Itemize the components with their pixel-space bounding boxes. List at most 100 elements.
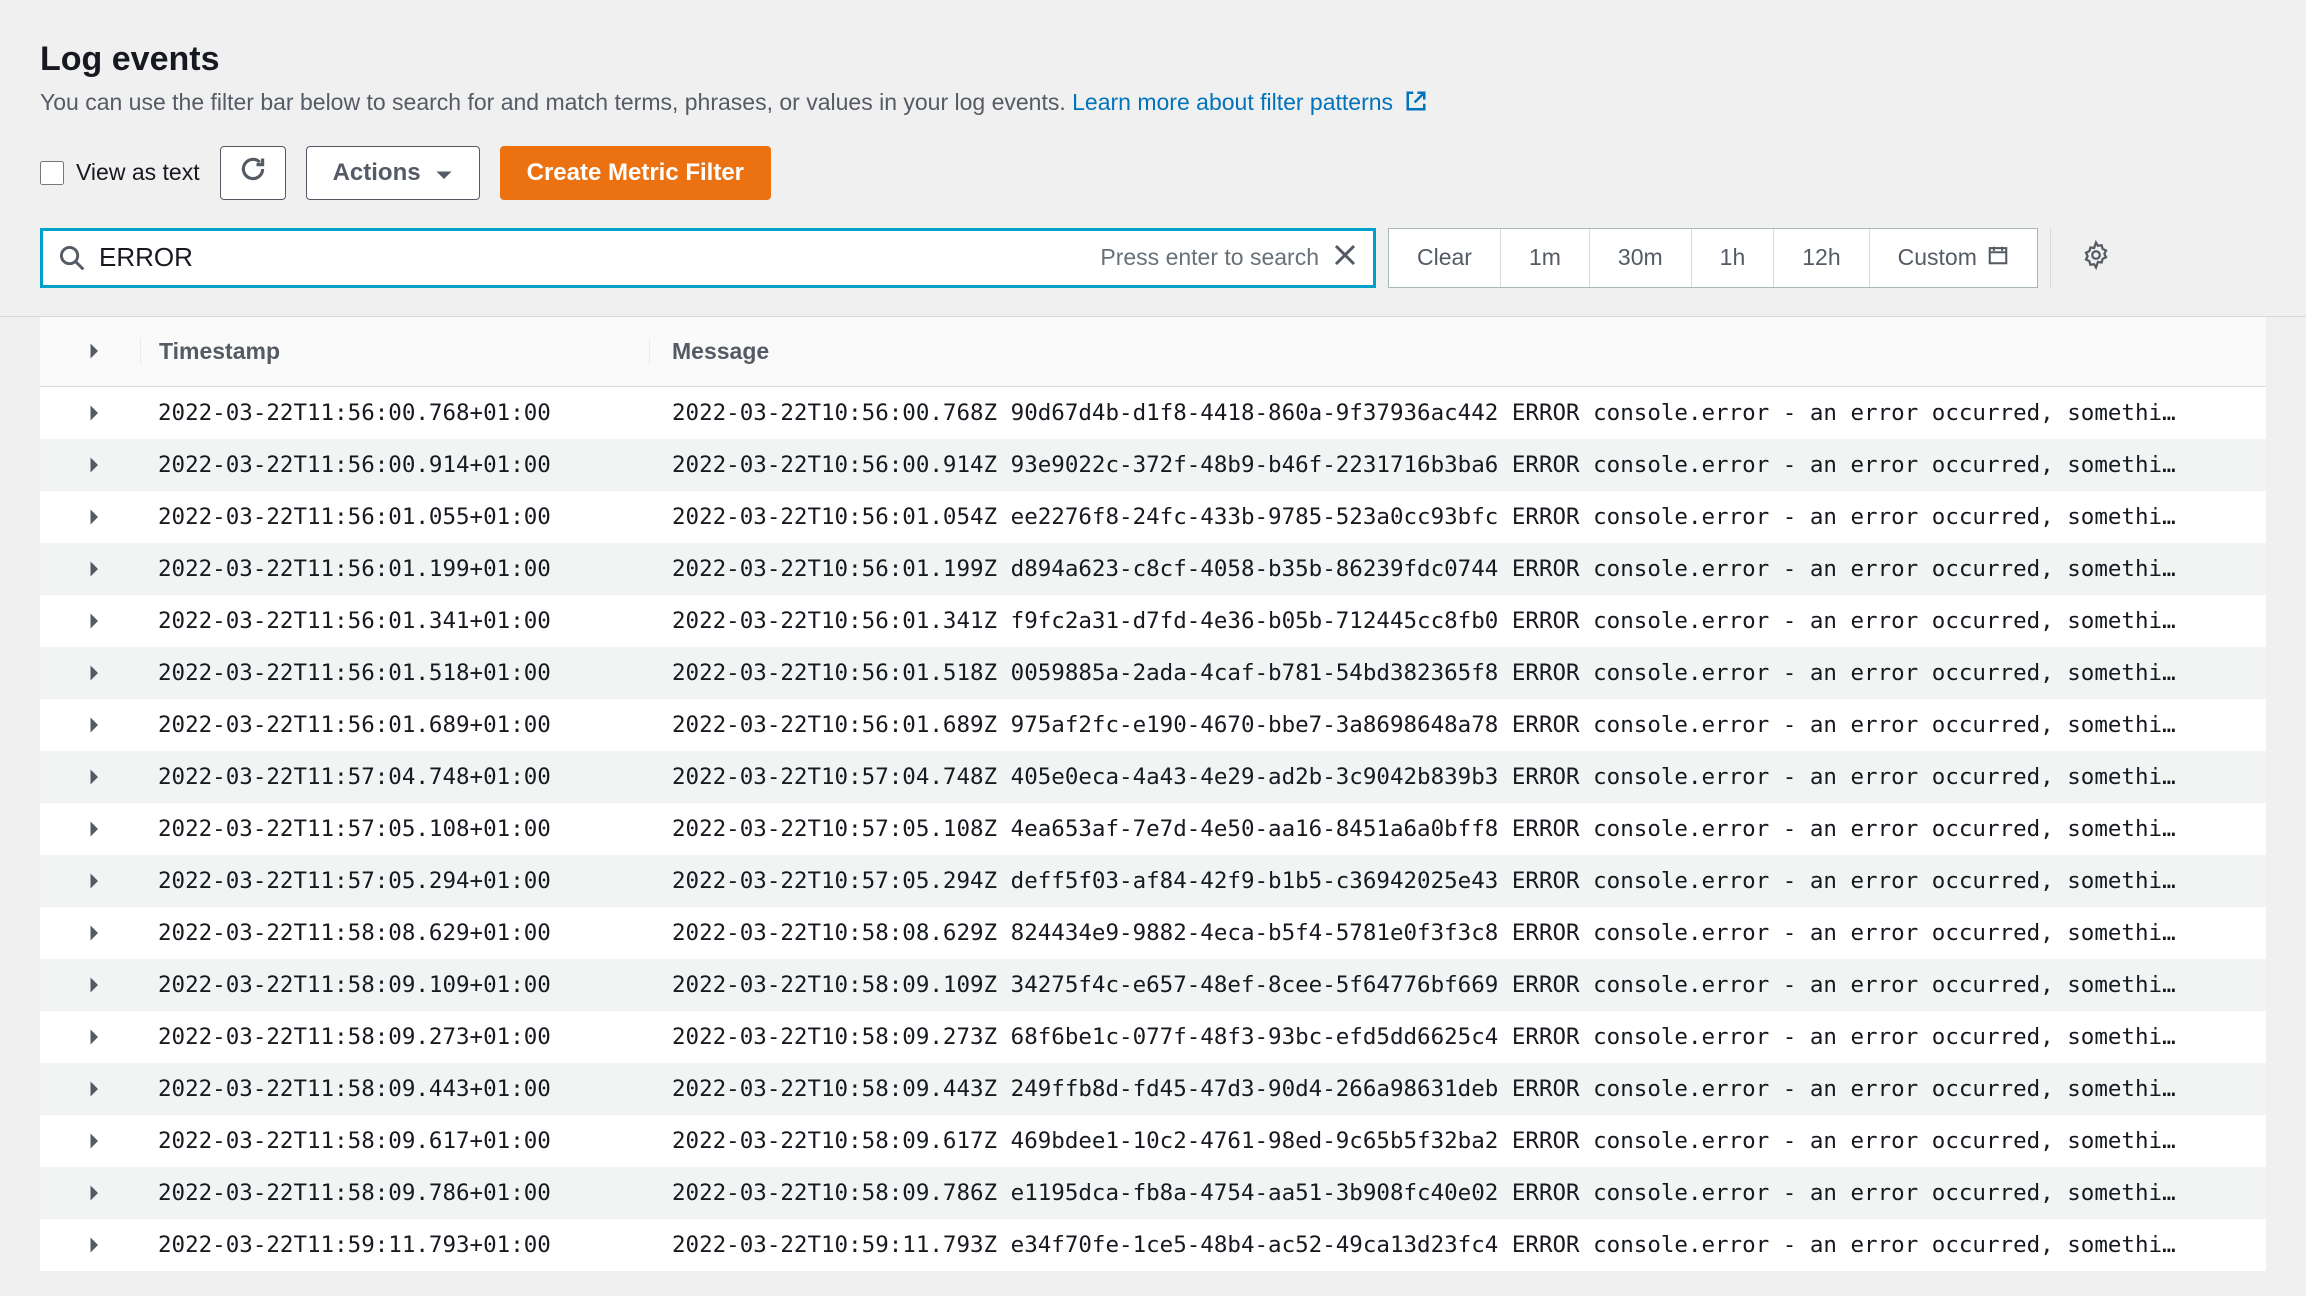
timestamp-cell: 2022-03-22T11:57:05.294+01:00 <box>140 868 650 894</box>
expand-row-toggle[interactable] <box>40 508 140 526</box>
timestamp-cell: 2022-03-22T11:56:01.055+01:00 <box>140 504 650 530</box>
column-header-timestamp[interactable]: Timestamp <box>140 338 650 365</box>
message-cell: 2022-03-22T10:58:08.629Z 824434e9-9882-4… <box>650 920 2266 946</box>
view-as-text-label: View as text <box>76 159 200 186</box>
table-row[interactable]: 2022-03-22T11:56:00.768+01:002022-03-22T… <box>40 387 2266 439</box>
expand-row-toggle[interactable] <box>40 924 140 942</box>
settings-wrap <box>2050 228 2119 288</box>
timestamp-cell: 2022-03-22T11:58:09.109+01:00 <box>140 972 650 998</box>
time-range-30m[interactable]: 30m <box>1590 229 1692 287</box>
timestamp-cell: 2022-03-22T11:58:09.617+01:00 <box>140 1128 650 1154</box>
time-range-custom[interactable]: Custom <box>1870 229 2037 287</box>
message-cell: 2022-03-22T10:58:09.786Z e1195dca-fb8a-4… <box>650 1180 2266 1206</box>
message-cell: 2022-03-22T10:59:11.793Z e34f70fe-1ce5-4… <box>650 1232 2266 1258</box>
table-row[interactable]: 2022-03-22T11:56:01.689+01:002022-03-22T… <box>40 699 2266 751</box>
caret-right-icon <box>88 404 102 422</box>
table-row[interactable]: 2022-03-22T11:58:09.617+01:002022-03-22T… <box>40 1115 2266 1167</box>
table-row[interactable]: 2022-03-22T11:57:04.748+01:002022-03-22T… <box>40 751 2266 803</box>
expand-row-toggle[interactable] <box>40 716 140 734</box>
table-row[interactable]: 2022-03-22T11:58:09.786+01:002022-03-22T… <box>40 1167 2266 1219</box>
expand-row-toggle[interactable] <box>40 1028 140 1046</box>
expand-row-toggle[interactable] <box>40 664 140 682</box>
table-row[interactable]: 2022-03-22T11:58:08.629+01:002022-03-22T… <box>40 907 2266 959</box>
caret-right-icon <box>88 976 102 994</box>
page-title: Log events <box>40 40 2266 79</box>
actions-button[interactable]: Actions <box>306 146 480 200</box>
caret-down-icon <box>435 159 453 187</box>
expand-row-toggle[interactable] <box>40 1132 140 1150</box>
view-as-text-checkbox[interactable] <box>40 161 64 185</box>
learn-more-label: Learn more about filter patterns <box>1072 89 1393 115</box>
refresh-button[interactable] <box>220 146 286 200</box>
expand-row-toggle[interactable] <box>40 456 140 474</box>
message-cell: 2022-03-22T10:56:01.199Z d894a623-c8cf-4… <box>650 556 2266 582</box>
caret-right-icon <box>88 456 102 474</box>
time-range-1h[interactable]: 1h <box>1692 229 1775 287</box>
expand-all-toggle[interactable] <box>40 342 140 360</box>
expand-row-toggle[interactable] <box>40 768 140 786</box>
message-cell: 2022-03-22T10:57:05.294Z deff5f03-af84-4… <box>650 868 2266 894</box>
search-hint: Press enter to search <box>1100 244 1319 271</box>
time-range-clear[interactable]: Clear <box>1389 229 1501 287</box>
caret-right-icon <box>88 508 102 526</box>
timestamp-cell: 2022-03-22T11:56:00.914+01:00 <box>140 452 650 478</box>
message-cell: 2022-03-22T10:56:01.054Z ee2276f8-24fc-4… <box>650 504 2266 530</box>
table-row[interactable]: 2022-03-22T11:58:09.273+01:002022-03-22T… <box>40 1011 2266 1063</box>
table-row[interactable]: 2022-03-22T11:57:05.294+01:002022-03-22T… <box>40 855 2266 907</box>
expand-row-toggle[interactable] <box>40 612 140 630</box>
page-subtitle: You can use the filter bar below to sear… <box>40 85 2266 122</box>
expand-row-toggle[interactable] <box>40 1080 140 1098</box>
table-row[interactable]: 2022-03-22T11:56:00.914+01:002022-03-22T… <box>40 439 2266 491</box>
learn-more-link[interactable]: Learn more about filter patterns <box>1072 89 1427 115</box>
time-range-1m[interactable]: 1m <box>1501 229 1590 287</box>
timestamp-cell: 2022-03-22T11:57:05.108+01:00 <box>140 816 650 842</box>
subtitle-text: You can use the filter bar below to sear… <box>40 89 1072 115</box>
expand-row-toggle[interactable] <box>40 976 140 994</box>
expand-row-toggle[interactable] <box>40 872 140 890</box>
message-cell: 2022-03-22T10:57:05.108Z 4ea653af-7e7d-4… <box>650 816 2266 842</box>
view-as-text-toggle[interactable]: View as text <box>40 159 200 186</box>
message-cell: 2022-03-22T10:56:00.914Z 93e9022c-372f-4… <box>650 452 2266 478</box>
expand-row-toggle[interactable] <box>40 820 140 838</box>
external-link-icon <box>1405 87 1427 122</box>
timestamp-cell: 2022-03-22T11:58:09.273+01:00 <box>140 1024 650 1050</box>
timestamp-cell: 2022-03-22T11:58:09.786+01:00 <box>140 1180 650 1206</box>
expand-row-toggle[interactable] <box>40 1236 140 1254</box>
table-header-row: Timestamp Message <box>40 317 2266 387</box>
caret-right-icon <box>88 1236 102 1254</box>
time-range-12h[interactable]: 12h <box>1774 229 1869 287</box>
create-metric-filter-button[interactable]: Create Metric Filter <box>500 146 771 200</box>
expand-row-toggle[interactable] <box>40 1184 140 1202</box>
table-row[interactable]: 2022-03-22T11:58:09.109+01:002022-03-22T… <box>40 959 2266 1011</box>
caret-right-icon <box>88 1132 102 1150</box>
table-row[interactable]: 2022-03-22T11:58:09.443+01:002022-03-22T… <box>40 1063 2266 1115</box>
table-row[interactable]: 2022-03-22T11:56:01.055+01:002022-03-22T… <box>40 491 2266 543</box>
caret-right-icon <box>88 560 102 578</box>
search-icon <box>59 245 85 271</box>
calendar-icon <box>1987 244 2009 272</box>
table-row[interactable]: 2022-03-22T11:59:11.793+01:002022-03-22T… <box>40 1219 2266 1271</box>
search-box[interactable]: Press enter to search <box>40 228 1376 288</box>
settings-button[interactable] <box>2081 240 2111 275</box>
table-row[interactable]: 2022-03-22T11:56:01.341+01:002022-03-22T… <box>40 595 2266 647</box>
actions-label: Actions <box>333 159 421 187</box>
expand-row-toggle[interactable] <box>40 560 140 578</box>
caret-right-icon <box>88 872 102 890</box>
expand-row-toggle[interactable] <box>40 404 140 422</box>
message-cell: 2022-03-22T10:56:01.341Z f9fc2a31-d7fd-4… <box>650 608 2266 634</box>
table-body: 2022-03-22T11:56:00.768+01:002022-03-22T… <box>40 387 2266 1271</box>
caret-right-icon <box>88 1028 102 1046</box>
clear-search-button[interactable] <box>1333 243 1357 272</box>
table-row[interactable]: 2022-03-22T11:56:01.199+01:002022-03-22T… <box>40 543 2266 595</box>
table-row[interactable]: 2022-03-22T11:57:05.108+01:002022-03-22T… <box>40 803 2266 855</box>
timestamp-cell: 2022-03-22T11:57:04.748+01:00 <box>140 764 650 790</box>
caret-right-icon <box>88 612 102 630</box>
caret-right-icon <box>88 1184 102 1202</box>
search-input[interactable] <box>99 242 1100 273</box>
refresh-icon <box>239 155 267 190</box>
message-cell: 2022-03-22T10:58:09.273Z 68f6be1c-077f-4… <box>650 1024 2266 1050</box>
timestamp-cell: 2022-03-22T11:58:08.629+01:00 <box>140 920 650 946</box>
table-row[interactable]: 2022-03-22T11:56:01.518+01:002022-03-22T… <box>40 647 2266 699</box>
column-header-message[interactable]: Message <box>650 338 2266 365</box>
message-cell: 2022-03-22T10:56:01.518Z 0059885a-2ada-4… <box>650 660 2266 686</box>
